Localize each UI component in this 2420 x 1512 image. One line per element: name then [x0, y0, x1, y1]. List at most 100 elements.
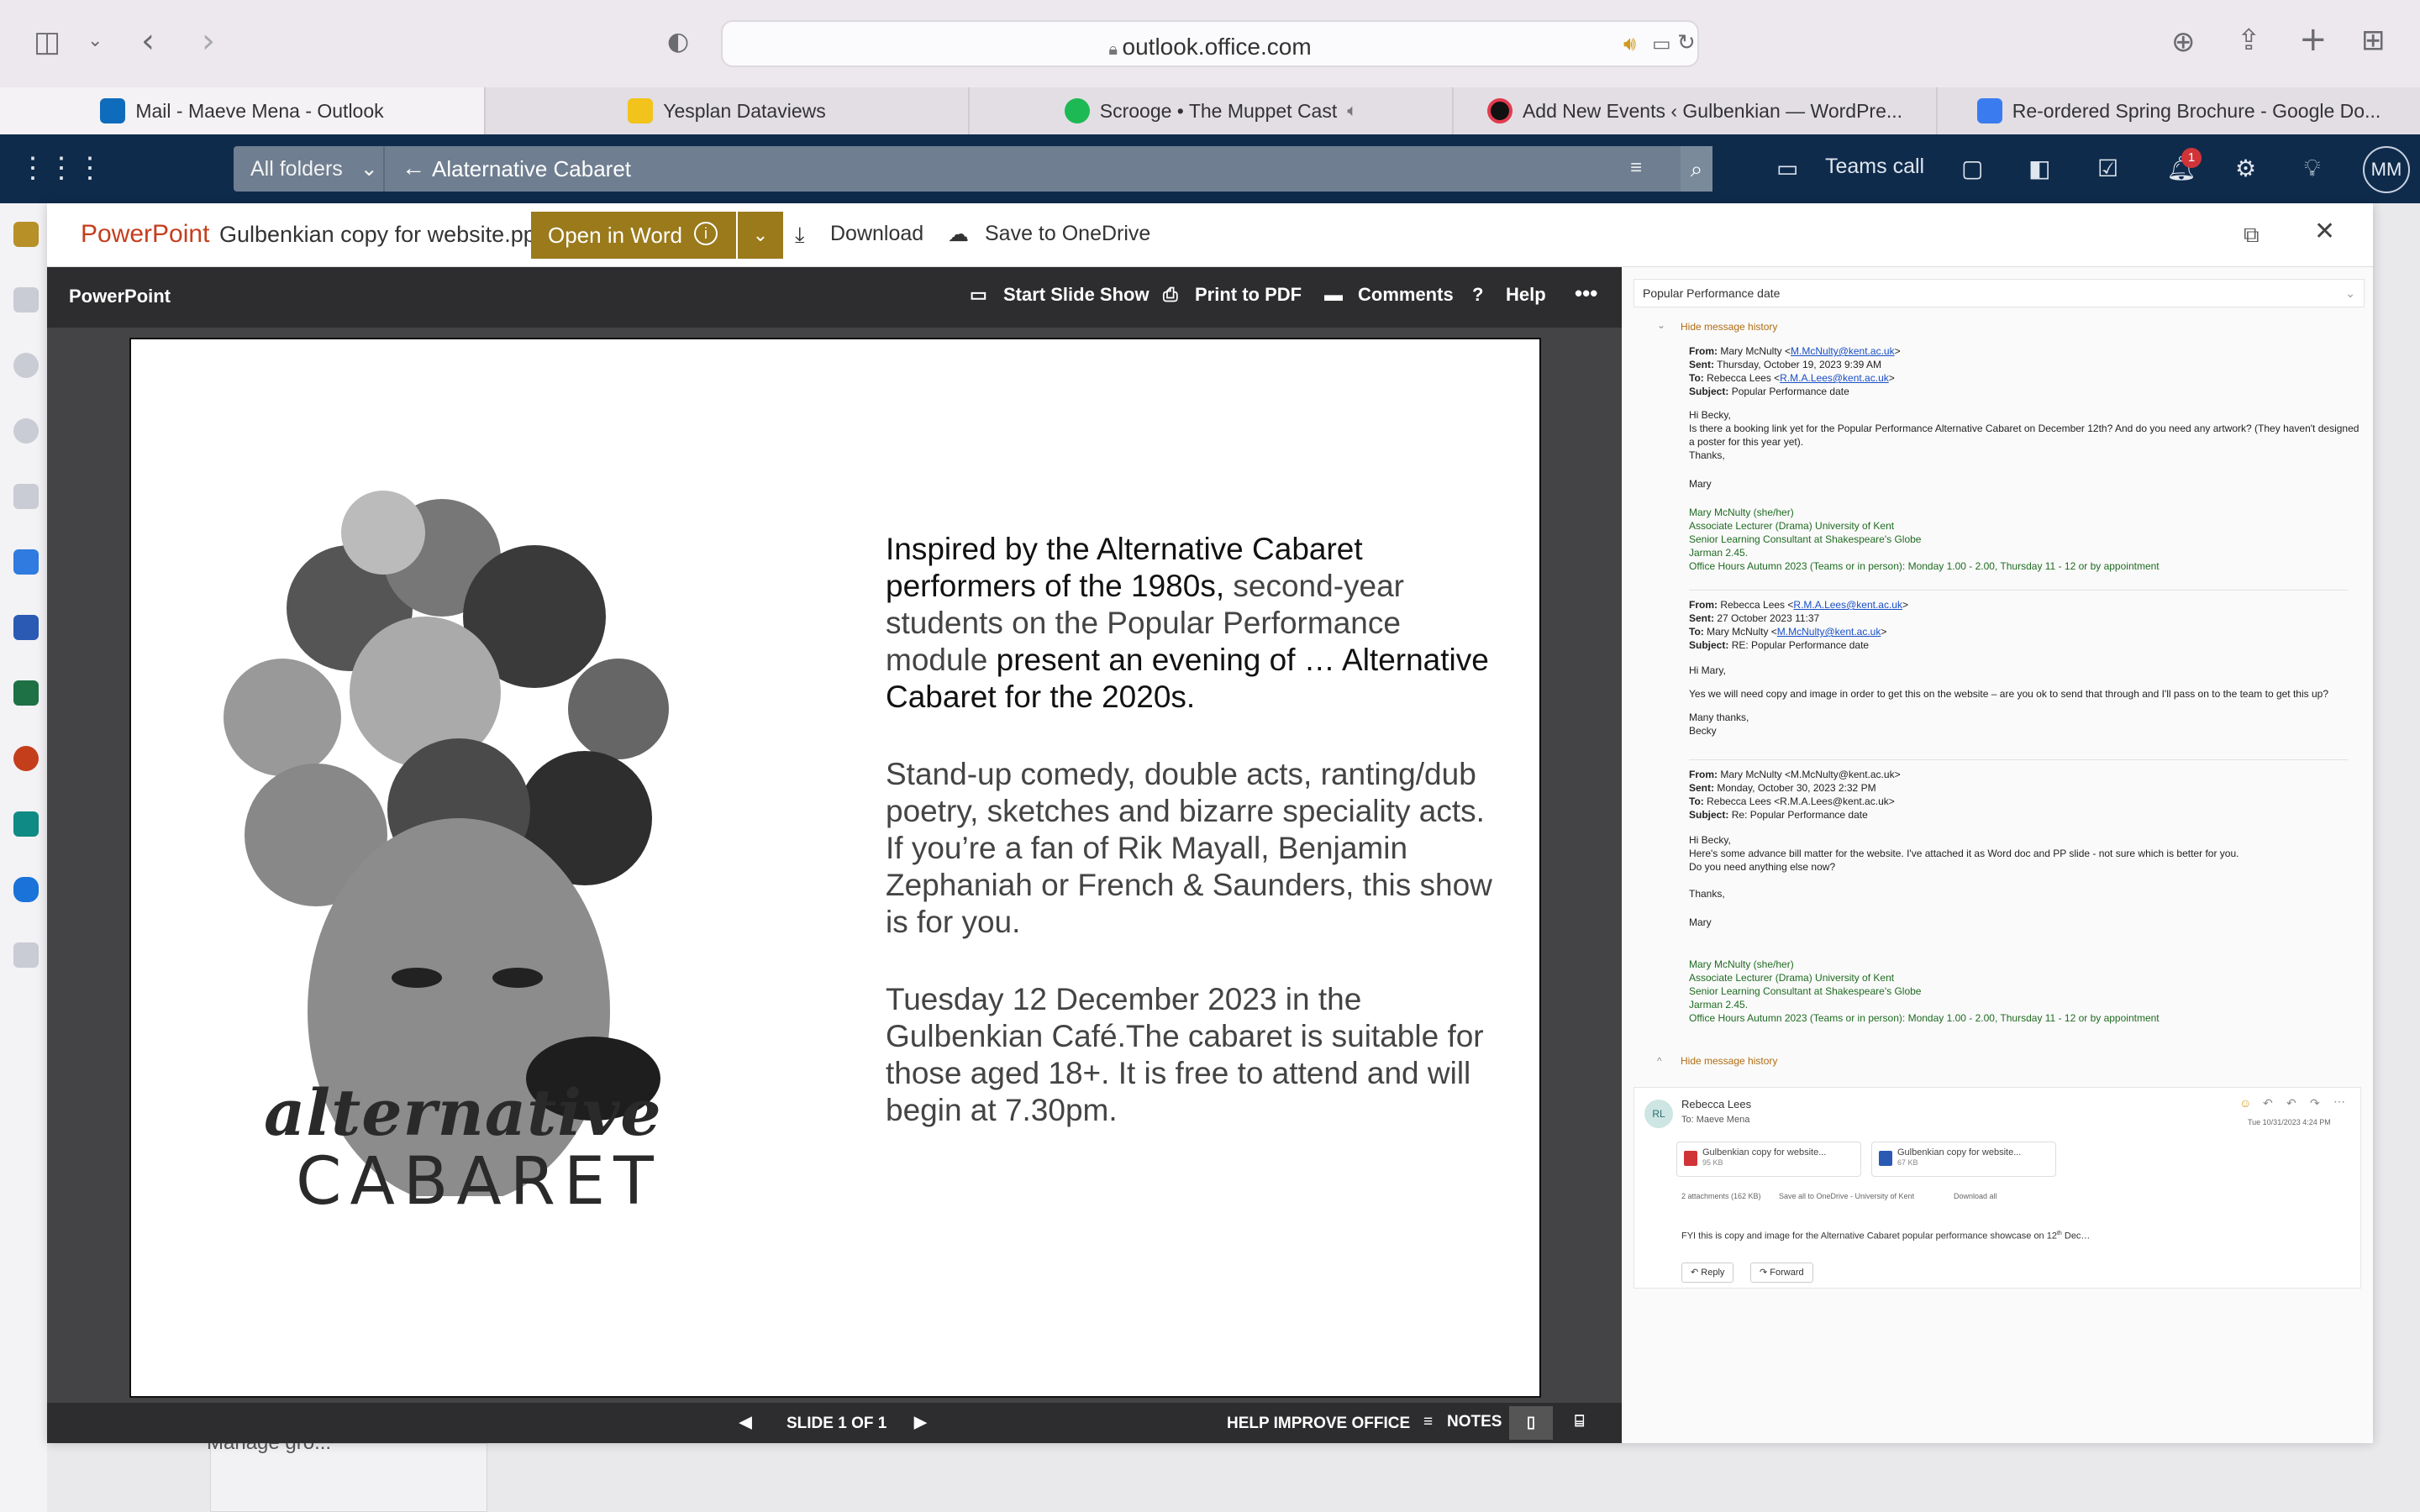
start-slide-show-button[interactable]: Start Slide Show [1003, 284, 1150, 306]
reply-button[interactable]: ↶ Reply [1681, 1263, 1734, 1283]
privacy-shield-icon[interactable]: ◐ [667, 27, 689, 56]
save-all-onedrive-link[interactable]: Save all to OneDrive - University of Ken… [1779, 1192, 1914, 1200]
notification-badge: 1 [2181, 148, 2202, 168]
slide-paragraph-3: Tuesday 12 December 2023 in the Gulbenki… [886, 982, 1484, 1127]
office-icon[interactable]: ◧ [2028, 155, 2050, 182]
tab-outlook[interactable]: Mail - Maeve Mena - Outlook [0, 87, 484, 134]
more-options-icon[interactable]: ••• [1575, 281, 1597, 307]
notes-icon[interactable]: ≡ [1423, 1413, 1433, 1431]
comments-button[interactable]: Comments [1358, 284, 1454, 306]
folder-select[interactable]: All folders ⌄ [234, 146, 385, 192]
filter-icon[interactable]: ≡ [1630, 156, 1642, 180]
bookings-icon[interactable] [13, 811, 39, 837]
tab-google-docs[interactable]: Re-ordered Spring Brochure - Google Do..… [1936, 87, 2420, 134]
picture-in-picture-icon[interactable]: ▭ [1652, 32, 1671, 55]
cloud-upload-icon[interactable]: ☁ [948, 222, 969, 247]
mail-icon[interactable] [13, 222, 39, 247]
email-link[interactable]: M.McNulty@kent.ac.uk [1791, 345, 1895, 357]
share-icon[interactable]: ⇪ [2237, 24, 2261, 57]
close-icon[interactable]: ✕ [2314, 217, 2335, 246]
todo-icon[interactable] [13, 549, 39, 575]
tab-bar: Mail - Maeve Mena - Outlook Yesplan Data… [0, 87, 2420, 134]
open-options-dropdown[interactable]: ⌄ [738, 212, 783, 259]
popout-icon[interactable]: ⧉ [2244, 222, 2260, 249]
sidebar-toggle-icon[interactable]: ◫ [34, 25, 60, 59]
emoji-icon[interactable]: ☺ [2239, 1096, 2251, 1110]
calendar-icon[interactable] [13, 287, 39, 312]
back-arrow-icon[interactable]: ← [402, 155, 425, 181]
print-to-pdf-button[interactable]: Print to PDF [1195, 284, 1302, 306]
reply-all-icon[interactable]: ↶ [2286, 1096, 2296, 1110]
teams-call-button[interactable]: Teams call [1825, 155, 1924, 179]
email-link[interactable]: R.M.A.Lees@kent.ac.uk [1780, 372, 1889, 384]
tab-overview-icon[interactable]: ⊞ [2361, 24, 2386, 57]
url-text: outlook.office.com [1122, 34, 1312, 60]
app-launcher-icon[interactable]: ⋮⋮⋮ [18, 151, 104, 185]
help-improve-button[interactable]: HELP IMPROVE OFFICE [1227, 1415, 1410, 1433]
back-icon[interactable]: ‹ [141, 22, 155, 60]
more-icon[interactable]: ⋯ [2333, 1095, 2345, 1109]
search-box[interactable]: All folders ⌄ ← Alaternative Cabaret ≡ ⌕ [234, 146, 1712, 192]
divider [1689, 759, 2348, 760]
more-apps-icon[interactable] [13, 942, 39, 968]
download-button[interactable]: Download [830, 222, 923, 246]
slide-show-view-icon[interactable]: ⌸ [1575, 1413, 1584, 1431]
logo-text-cabaret: CABARET [296, 1144, 662, 1220]
word-icon[interactable] [13, 615, 39, 640]
chat-icon[interactable]: ▢ [1961, 155, 1983, 182]
gear-icon[interactable]: ⚙ [2235, 155, 2256, 182]
forward-button[interactable]: ↷ Forward [1750, 1263, 1813, 1283]
chevron-down-icon: ⌄ [2345, 286, 2355, 300]
forward-icon[interactable]: › [202, 22, 215, 60]
info-icon[interactable]: i [694, 222, 718, 245]
help-button[interactable]: Help [1506, 284, 1546, 306]
thread-subject[interactable]: Popular Performance date ⌄ [1634, 279, 2365, 307]
hide-history-link[interactable]: Hide message history [1681, 321, 1777, 333]
attachment-word[interactable]: Gulbenkian copy for website... 67 KB [1871, 1142, 2056, 1177]
search-icon[interactable]: ⌕ [1681, 146, 1712, 192]
speaker-icon[interactable]: 🔊︎ [1623, 32, 1636, 55]
next-slide-icon[interactable]: ▶ [914, 1413, 927, 1432]
hide-history-link[interactable]: Hide message history [1681, 1055, 1777, 1067]
download-all-link[interactable]: Download all [1954, 1192, 1997, 1200]
attachment-viewer: PowerPoint Gulbenkian copy for website.p… [47, 203, 2373, 1443]
reply-icon[interactable]: ↶ [2263, 1096, 2273, 1110]
attachment-pdf[interactable]: Gulbenkian copy for website... 95 KB [1676, 1142, 1861, 1177]
sender-name[interactable]: Rebecca Lees [1681, 1098, 1751, 1110]
notes-button[interactable]: NOTES [1447, 1413, 1502, 1431]
address-bar[interactable]: 🔒︎ outlook.office.com 🔊︎ ▭ ↻ [721, 20, 1699, 67]
powerpoint-icon[interactable] [13, 746, 39, 771]
avatar[interactable]: MM [2363, 146, 2410, 193]
chevron-down-icon: ⌄ [360, 157, 378, 181]
excel-icon[interactable] [13, 680, 39, 706]
downloads-icon[interactable]: ⊕ [2171, 25, 2196, 59]
printer-icon[interactable]: ⎙ [1163, 284, 1178, 306]
download-icon[interactable]: ⤓ [795, 222, 805, 249]
reading-view-icon[interactable]: ▯ [1509, 1406, 1553, 1440]
search-input[interactable]: Alaternative Cabaret [432, 146, 631, 192]
tab-audio-icon[interactable]: 🔈︎ [1347, 102, 1357, 121]
tab-wordpress[interactable]: Add New Events ‹ Gulbenkian — WordPre... [1452, 87, 1936, 134]
video-icon[interactable]: ▭ [1776, 155, 1798, 182]
tab-spotify[interactable]: Scrooge • The Muppet Cast 🔈︎ [968, 87, 1452, 134]
pdf-icon [1684, 1151, 1697, 1166]
tips-icon[interactable]: 💡︎ [2304, 155, 2321, 182]
onedrive-icon[interactable] [13, 877, 39, 902]
comment-icon[interactable]: ▬ [1324, 284, 1343, 306]
people-icon[interactable] [13, 353, 39, 378]
slideshow-icon[interactable]: ▭ [970, 284, 987, 306]
chevron-down-icon[interactable]: ⌄ [87, 30, 103, 51]
new-tab-icon[interactable]: + [2299, 20, 2328, 59]
save-to-onedrive-button[interactable]: Save to OneDrive [985, 222, 1150, 246]
forward-icon[interactable]: ↷ [2310, 1096, 2320, 1110]
attachment-icon[interactable] [13, 484, 39, 509]
email-link[interactable]: M.McNulty@kent.ac.uk [1777, 626, 1881, 638]
message-date: Tue 10/31/2023 4:24 PM [2248, 1118, 2331, 1126]
tasks-icon[interactable]: ☑ [2097, 155, 2118, 182]
email-link[interactable]: R.M.A.Lees@kent.ac.uk [1793, 599, 1902, 611]
prev-slide-icon[interactable]: ◀ [739, 1413, 752, 1432]
reload-icon[interactable]: ↻ [1677, 30, 1696, 55]
help-icon[interactable]: ? [1472, 284, 1483, 306]
groups-icon[interactable] [13, 418, 39, 444]
tab-yesplan[interactable]: Yesplan Dataviews [484, 87, 968, 134]
